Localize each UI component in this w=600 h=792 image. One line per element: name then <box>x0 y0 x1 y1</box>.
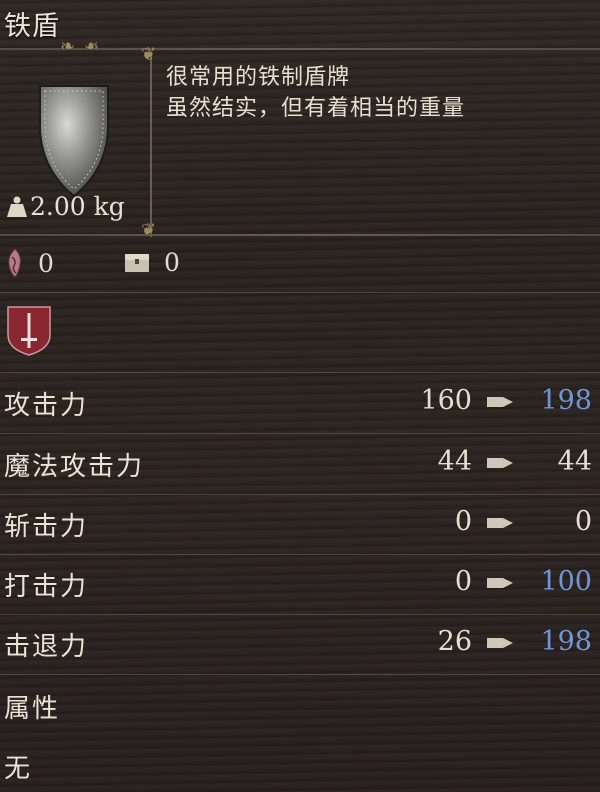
frame-divider <box>150 52 152 237</box>
section-divider <box>0 292 600 293</box>
stat-next-value: 0 <box>574 506 592 537</box>
stat-row-magic-attack: 魔法攻击力 44 44 <box>0 434 600 494</box>
stat-label: 击退力 <box>4 632 89 662</box>
item-weight: 2.00 kg <box>6 192 125 221</box>
arrow-right-icon <box>487 518 513 528</box>
weight-icon <box>7 196 27 217</box>
stat-next-value: 100 <box>540 566 592 597</box>
row-divider <box>0 674 600 675</box>
stat-label: 魔法攻击力 <box>4 452 145 482</box>
arrow-right-icon <box>487 578 513 588</box>
chest-counter: 0 <box>124 248 180 277</box>
bloodstone-icon <box>8 248 21 278</box>
section-divider <box>0 234 600 236</box>
stat-row-strike: 打击力 0 100 <box>0 554 600 614</box>
item-title: 铁盾 <box>4 11 60 42</box>
arrow-right-icon <box>487 458 513 468</box>
arrow-right-icon <box>487 397 513 407</box>
attribute-value: 无 <box>4 754 33 784</box>
stat-current-value: 0 <box>454 506 472 537</box>
stat-row-attack: 攻击力 160 198 <box>0 373 600 433</box>
stat-row-slash: 斩击力 0 0 <box>0 494 600 554</box>
stat-label: 打击力 <box>4 572 89 602</box>
stat-current-value: 160 <box>420 385 472 416</box>
description-line: 很常用的铁制盾牌 <box>166 65 351 90</box>
stat-row-knockback: 击退力 26 198 <box>0 614 600 674</box>
weight-value: 2.00 kg <box>30 192 125 221</box>
ornament-icon: ❦ <box>141 220 157 241</box>
attribute-label: 属性 <box>4 694 61 724</box>
arrow-right-icon <box>487 638 513 648</box>
stat-current-value: 0 <box>454 566 472 597</box>
stat-current-value: 44 <box>437 446 472 477</box>
stat-current-value: 26 <box>437 626 472 657</box>
item-description: 很常用的铁制盾牌 虽然结实，但有着相当的重量 <box>166 62 465 124</box>
stat-next-value: 44 <box>557 446 592 477</box>
ornament-icon: ❦ <box>141 44 157 65</box>
stat-next-value: 198 <box>540 385 592 416</box>
description-line: 虽然结实，但有着相当的重量 <box>166 96 466 121</box>
stat-label: 斩击力 <box>4 512 89 542</box>
treasure-chest-icon <box>125 253 149 272</box>
stat-label: 攻击力 <box>4 391 89 421</box>
stat-next-value: 198 <box>540 626 592 657</box>
blood-count: 0 <box>38 248 54 278</box>
blood-counter: 0 <box>6 248 54 278</box>
sword-badge-icon <box>7 306 51 356</box>
iron-shield-icon <box>39 85 109 198</box>
chest-count: 0 <box>164 248 180 277</box>
